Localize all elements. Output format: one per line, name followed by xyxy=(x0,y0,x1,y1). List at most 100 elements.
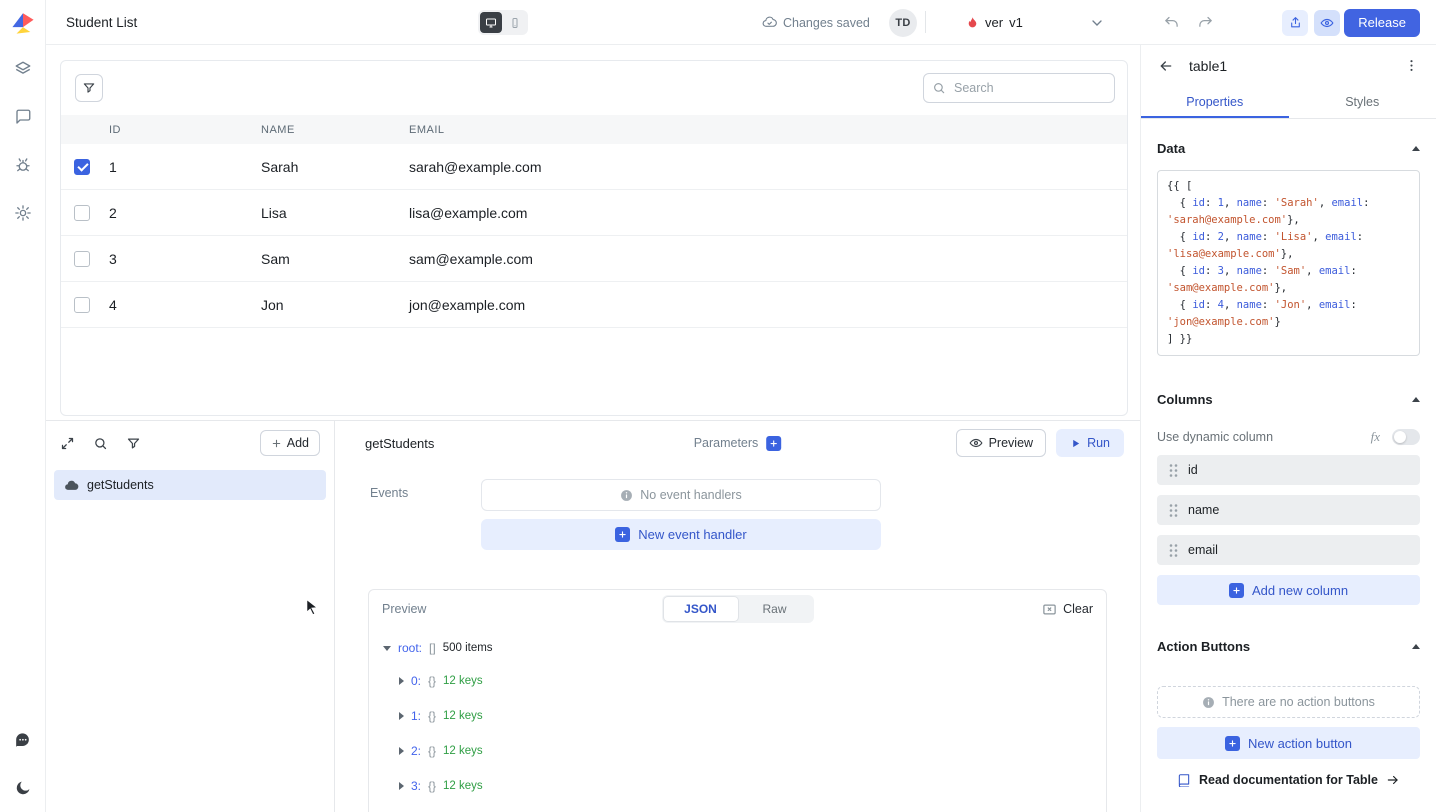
table-widget[interactable]: ID NAME EMAIL 1 Sarah sarah@example.com xyxy=(60,60,1128,416)
tab-json[interactable]: JSON xyxy=(664,597,738,621)
app-preview-button[interactable] xyxy=(1314,10,1340,36)
column-item[interactable]: name xyxy=(1157,495,1420,525)
query-preview-button[interactable]: Preview xyxy=(956,429,1046,457)
add-new-column-button[interactable]: Add new column xyxy=(1157,575,1420,605)
add-query-button[interactable]: Add xyxy=(260,430,320,456)
table-row[interactable]: 4 Jon jon@example.com xyxy=(61,282,1127,328)
drag-handle-icon[interactable] xyxy=(1169,463,1178,478)
column-header-name[interactable]: NAME xyxy=(261,124,409,136)
theme-toggle-moon-icon[interactable] xyxy=(0,764,46,812)
new-event-handler-button[interactable]: New event handler xyxy=(481,519,881,550)
canvas-size-toggle xyxy=(478,10,528,35)
widget-name[interactable]: table1 xyxy=(1189,58,1227,74)
query-title: getStudents xyxy=(365,436,434,451)
table-row[interactable]: 1 Sarah sarah@example.com xyxy=(61,144,1127,190)
table-row[interactable]: 3 Sam sam@example.com xyxy=(61,236,1127,282)
chevron-down-icon[interactable] xyxy=(1089,0,1105,45)
expand-triangle-icon[interactable] xyxy=(399,677,404,685)
table-search-input[interactable] xyxy=(923,73,1115,103)
table-toolbar xyxy=(61,61,1127,115)
plus-square-icon xyxy=(615,527,630,542)
sidebar-settings-icon[interactable] xyxy=(0,189,46,237)
action-buttons-section-header[interactable]: Action Buttons xyxy=(1157,639,1420,654)
collapse-section-icon[interactable] xyxy=(1412,644,1420,649)
undo-icon[interactable] xyxy=(1164,0,1179,45)
query-run-button[interactable]: Run xyxy=(1056,429,1124,457)
dynamic-column-toggle[interactable] xyxy=(1392,429,1420,445)
read-documentation-link[interactable]: Read documentation for Table xyxy=(1157,773,1420,787)
row-checkbox[interactable] xyxy=(74,297,90,313)
json-tree-node[interactable]: 0: {} 12 keys xyxy=(399,671,1092,691)
back-arrow-icon[interactable] xyxy=(1158,58,1174,74)
column-header-id[interactable]: ID xyxy=(109,124,261,136)
query-list-panel: Add getStudents xyxy=(46,421,335,812)
action-buttons-title: Action Buttons xyxy=(1157,639,1250,654)
query-filter-icon[interactable] xyxy=(126,436,141,451)
play-icon xyxy=(1070,438,1081,449)
row-checkbox[interactable] xyxy=(74,251,90,267)
clear-label: Clear xyxy=(1063,602,1093,616)
collapse-section-icon[interactable] xyxy=(1412,146,1420,151)
table-row[interactable]: 2 Lisa lisa@example.com xyxy=(61,190,1127,236)
row-checkbox[interactable] xyxy=(74,205,90,221)
drag-handle-icon[interactable] xyxy=(1169,503,1178,518)
data-section-header[interactable]: Data xyxy=(1157,141,1420,156)
table-filter-button[interactable] xyxy=(75,74,103,102)
tab-styles[interactable]: Styles xyxy=(1289,86,1436,118)
expand-triangle-icon[interactable] xyxy=(399,747,404,755)
redo-icon[interactable] xyxy=(1198,0,1213,45)
fx-icon[interactable]: fx xyxy=(1371,429,1380,445)
data-code-editor[interactable]: {{ [ { id: 1, name: 'Sarah', email: 'sar… xyxy=(1157,170,1420,356)
clear-preview-button[interactable]: Clear xyxy=(1042,602,1093,617)
column-item[interactable]: email xyxy=(1157,535,1420,565)
plus-square-icon xyxy=(1229,583,1244,598)
share-button[interactable] xyxy=(1282,10,1308,36)
kebab-menu-icon[interactable] xyxy=(1404,58,1419,73)
left-sidebar xyxy=(0,0,46,812)
collapse-triangle-icon[interactable] xyxy=(383,646,391,651)
query-list-item[interactable]: getStudents xyxy=(54,470,326,500)
add-parameter-button[interactable] xyxy=(766,436,781,451)
query-list-toolbar: Add xyxy=(46,421,334,465)
expand-triangle-icon[interactable] xyxy=(399,712,404,720)
tab-raw[interactable]: Raw xyxy=(738,597,812,621)
new-action-button[interactable]: New action button xyxy=(1157,727,1420,759)
column-item[interactable]: id xyxy=(1157,455,1420,485)
doc-link-text: Read documentation for Table xyxy=(1199,773,1378,787)
info-icon xyxy=(620,489,633,502)
columns-list: id name email xyxy=(1157,455,1420,565)
app-canvas[interactable]: ID NAME EMAIL 1 Sarah sarah@example.com xyxy=(46,45,1140,420)
app-logo[interactable] xyxy=(0,0,46,45)
sidebar-comments-icon[interactable] xyxy=(0,93,46,141)
cell-id: 4 xyxy=(109,297,261,313)
share-icon xyxy=(1289,16,1302,29)
cell-id: 3 xyxy=(109,251,261,267)
desktop-icon[interactable] xyxy=(480,12,502,33)
json-tree-root[interactable]: root: [] 500 items xyxy=(383,638,1092,658)
json-tree-node[interactable]: 1: {} 12 keys xyxy=(399,706,1092,726)
query-search-icon[interactable] xyxy=(93,436,108,451)
json-tree-node[interactable]: 3: {} 12 keys xyxy=(399,776,1092,796)
sidebar-debugger-icon[interactable] xyxy=(0,141,46,189)
user-avatar[interactable]: TD xyxy=(889,9,917,37)
help-chat-icon[interactable] xyxy=(0,716,46,764)
sidebar-pages-icon[interactable] xyxy=(0,45,46,93)
column-header-email[interactable]: EMAIL xyxy=(409,124,1127,136)
events-label: Events xyxy=(335,479,481,550)
flame-icon xyxy=(966,15,979,30)
json-tree-node[interactable]: 2: {} 12 keys xyxy=(399,741,1092,761)
collapse-section-icon[interactable] xyxy=(1412,397,1420,402)
environment-selector[interactable]: ver v1 xyxy=(966,0,1023,45)
events-content: No event handlers New event handler xyxy=(481,479,881,550)
expand-panel-icon[interactable] xyxy=(60,436,75,451)
row-checkbox[interactable] xyxy=(74,159,90,175)
release-button[interactable]: Release xyxy=(1344,9,1420,37)
mobile-icon[interactable] xyxy=(504,12,526,33)
drag-handle-icon[interactable] xyxy=(1169,543,1178,558)
columns-section-header[interactable]: Columns xyxy=(1157,392,1420,407)
query-name: getStudents xyxy=(87,478,154,492)
node-summary: 12 keys xyxy=(443,745,483,757)
expand-triangle-icon[interactable] xyxy=(399,782,404,790)
cell-id: 2 xyxy=(109,205,261,221)
tab-properties[interactable]: Properties xyxy=(1141,86,1289,118)
